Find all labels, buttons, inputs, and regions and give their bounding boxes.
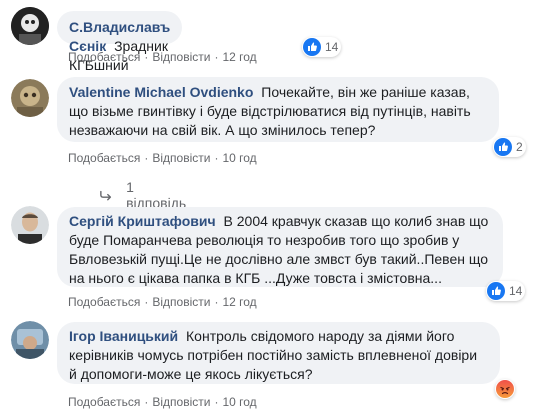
like-button[interactable]: Подобається [68,395,140,409]
separator: · [214,50,219,64]
reaction-summary[interactable]: 2 [493,137,526,157]
like-icon [494,138,512,156]
avatar-image [11,206,49,244]
timestamp[interactable]: 10 год [222,151,256,165]
reply-button[interactable]: Відповісти [152,295,210,309]
like-icon [303,38,321,56]
comment-bubble: Valentine Michael Ovdienko Почекайте, ві… [57,77,499,142]
separator: · [144,395,149,409]
like-button[interactable]: Подобається [68,151,140,165]
separator: · [144,151,149,165]
separator: · [144,295,149,309]
comment-actions: Подобається · Відповісти · 12 год [68,294,257,310]
timestamp[interactable]: 12 год [222,50,256,64]
reply-button[interactable]: Відповісти [152,151,210,165]
avatar-image [11,7,49,45]
separator: · [144,50,149,64]
like-icon [487,282,505,300]
timestamp[interactable]: 12 год [222,295,256,309]
comment-actions: Подобається · Відповісти · 12 год [68,49,257,65]
comment-bubble: Сергій Криштафович В 2004 кравчук сказав… [57,207,503,287]
reaction-count: 2 [516,140,523,154]
separator: · [214,295,219,309]
angry-icon [496,380,514,398]
avatar-image [11,79,49,117]
avatar[interactable] [11,79,49,117]
comment-author[interactable]: Ігор Іваницький [69,328,178,344]
avatar[interactable] [11,7,49,45]
reply-button[interactable]: Відповісти [152,395,210,409]
reaction-count: 14 [325,40,339,54]
comment-actions: Подобається · Відповісти · 10 год [68,150,257,166]
reaction-summary[interactable] [495,379,515,399]
reaction-count: 14 [509,284,523,298]
comment-bubble: Ігор Іваницький Контроль свідомого народ… [57,322,500,384]
like-button[interactable]: Подобається [68,295,140,309]
comment-bubble: С.Владиславъ Сєнік Зрадник КГБшний [57,11,183,73]
separator: · [214,151,219,165]
comment-actions: Подобається · Відповісти · 10 год [68,394,257,410]
comment-author[interactable]: Сергій Криштафович [69,213,216,229]
reply-arrow-icon [100,190,112,201]
avatar[interactable] [11,206,49,244]
separator: · [214,395,219,409]
avatar[interactable] [11,321,49,359]
reply-button[interactable]: Відповісти [152,50,210,64]
avatar-image [11,321,49,359]
reaction-summary[interactable]: 14 [302,37,342,57]
timestamp[interactable]: 10 год [222,395,256,409]
comment-author[interactable]: Valentine Michael Ovdienko [69,84,253,100]
like-button[interactable]: Подобається [68,50,140,64]
reaction-summary[interactable]: 14 [486,281,526,301]
